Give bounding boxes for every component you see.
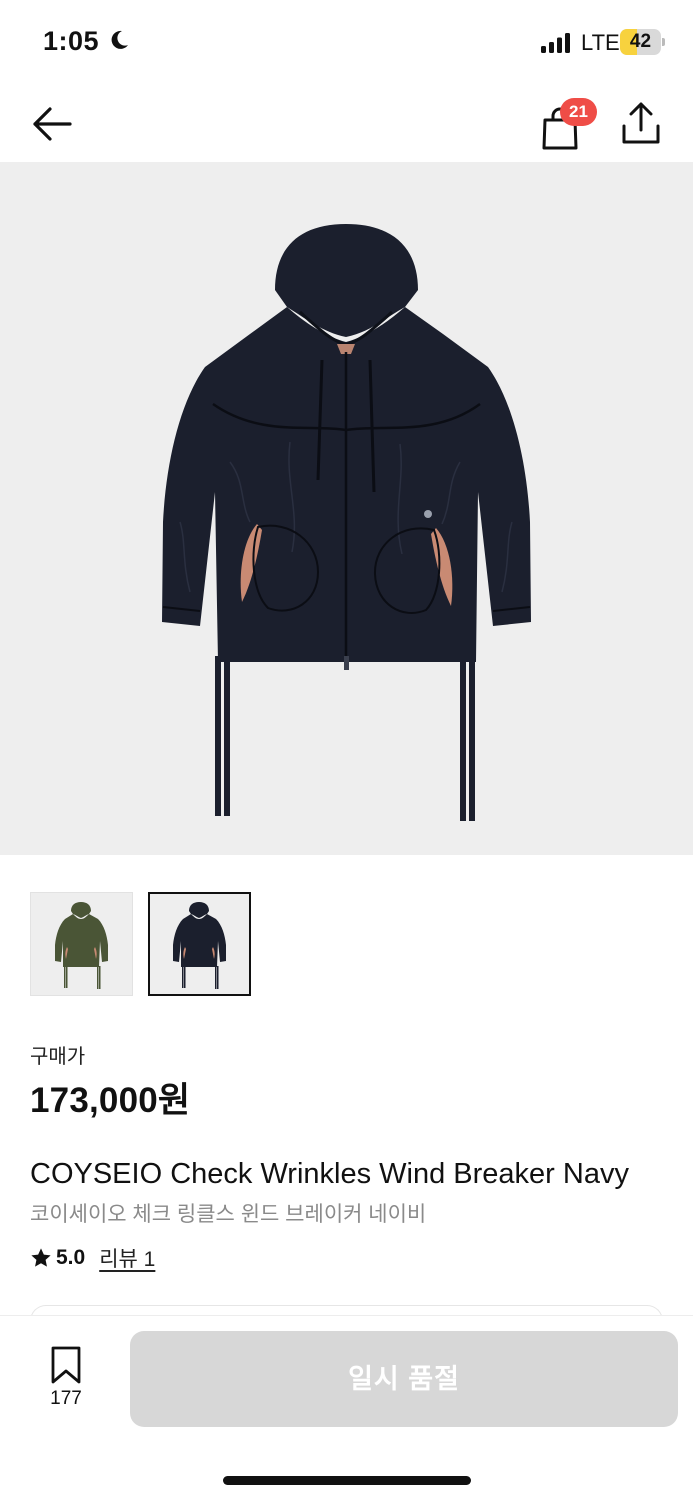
thumbnail-jacket-navy: [173, 902, 226, 989]
status-bar: 1:05 LTE 42: [0, 0, 693, 86]
bookmark-icon: [51, 1346, 81, 1384]
rating-score: 5.0: [56, 1246, 86, 1269]
product-main-image[interactable]: [0, 162, 693, 855]
soldout-button[interactable]: 일시 품절: [130, 1331, 678, 1427]
battery-level: 42: [629, 31, 652, 52]
signal-icon: [541, 33, 570, 53]
jacket-illustration: [162, 224, 531, 821]
back-arrow-icon[interactable]: [30, 104, 74, 144]
product-title-ko: 코이세이오 체크 링클스 윈드 브레이커 네이비: [30, 1203, 427, 1226]
battery-indicator: 42: [620, 29, 665, 55]
product-title-en: COYSEIO Check Wrinkles Wind Breaker Navy: [30, 1158, 629, 1190]
rating-row: 5.0 리뷰 1: [30, 1242, 155, 1274]
bottom-action-bar: 177 일시 품절: [0, 1315, 693, 1500]
home-indicator: [223, 1476, 471, 1485]
wishlist-button[interactable]: 177: [40, 1344, 92, 1414]
wishlist-count: 177: [50, 1388, 82, 1409]
price-label: 구매가: [30, 1046, 86, 1068]
network-label: LTE: [581, 30, 620, 55]
star-icon: [31, 1248, 51, 1267]
cart-count-badge: 21: [560, 98, 597, 126]
shopping-bag-button[interactable]: 21: [538, 98, 600, 154]
thumbnail-olive[interactable]: [30, 892, 133, 996]
thumbnail-navy[interactable]: [148, 892, 251, 996]
moon-icon: [111, 30, 128, 49]
share-icon[interactable]: [620, 100, 662, 146]
status-time: 1:05: [43, 26, 100, 56]
product-price: 173,000원: [30, 1081, 191, 1120]
top-nav: 21: [0, 86, 693, 162]
review-link[interactable]: 리뷰 1: [99, 1243, 155, 1273]
thumbnail-jacket-olive: [55, 902, 108, 989]
